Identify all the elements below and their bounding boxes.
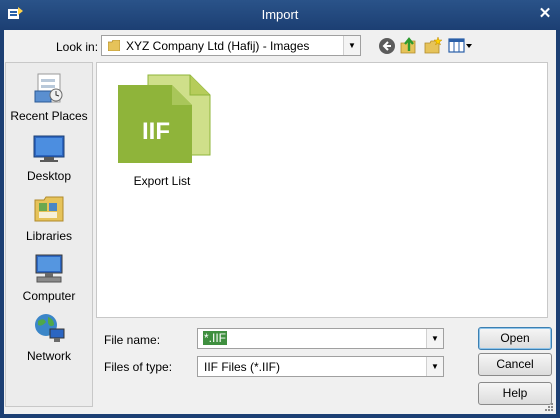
recent-places-icon [34,73,63,103]
place-libraries[interactable]: Libraries [6,191,92,243]
place-network[interactable]: Network [6,311,92,363]
cancel-button[interactable]: Cancel [478,353,552,376]
file-name-field[interactable]: *.IIF ▼ [197,328,444,349]
place-label: Recent Places [10,109,88,123]
chevron-down-icon[interactable]: ▼ [343,36,360,55]
iif-file-icon: IIF [118,74,211,163]
folder-icon [108,40,120,51]
places-bar: Recent Places Desktop Libraries Computer… [5,62,93,407]
files-of-type-label: Files of type: [104,360,173,374]
title-bar[interactable]: Import ✕ [0,0,560,30]
chevron-down-icon[interactable]: ▼ [426,329,443,348]
resize-grip-icon[interactable] [544,402,554,412]
place-computer[interactable]: Computer [6,251,92,303]
close-icon[interactable]: ✕ [536,5,554,23]
import-dialog: Import ✕ Look in: XYZ Company Ltd (Hafij… [0,0,560,418]
look-in-value: XYZ Company Ltd (Hafij) - Images [126,39,310,53]
up-folder-icon[interactable] [400,37,418,55]
place-label: Computer [22,289,76,303]
dialog-body: Look in: XYZ Company Ltd (Hafij) - Image… [4,30,556,414]
open-button[interactable]: Open [478,327,552,350]
chevron-down-icon[interactable]: ▼ [426,357,443,376]
back-icon[interactable] [378,37,396,55]
place-recent-places[interactable]: Recent Places [6,71,92,123]
file-item[interactable]: IIF Export List [107,71,217,188]
libraries-icon [34,196,64,222]
place-label: Network [26,349,71,363]
file-name-label: File name: [104,333,161,347]
place-desktop[interactable]: Desktop [6,131,92,183]
help-button[interactable]: Help [478,382,552,405]
window-title: Import [261,7,299,22]
iif-file-icon-text: IIF [142,118,170,145]
new-folder-icon[interactable] [424,37,442,55]
place-label: Desktop [26,169,72,183]
file-name-label: Export List [133,174,191,188]
view-menu-icon[interactable] [448,37,474,55]
place-label: Libraries [25,229,73,243]
file-list[interactable]: IIF Export List [96,62,548,318]
desktop-icon [33,135,65,162]
file-name-value[interactable]: *.IIF [203,331,228,345]
look-in-label: Look in: [56,40,99,54]
network-icon [35,314,65,342]
files-of-type-select[interactable]: IIF Files (*.IIF) ▼ [197,356,444,377]
look-in-combo[interactable]: XYZ Company Ltd (Hafij) - Images ▼ [101,35,361,56]
computer-icon [35,254,63,283]
files-of-type-value: IIF Files (*.IIF) [204,360,280,374]
